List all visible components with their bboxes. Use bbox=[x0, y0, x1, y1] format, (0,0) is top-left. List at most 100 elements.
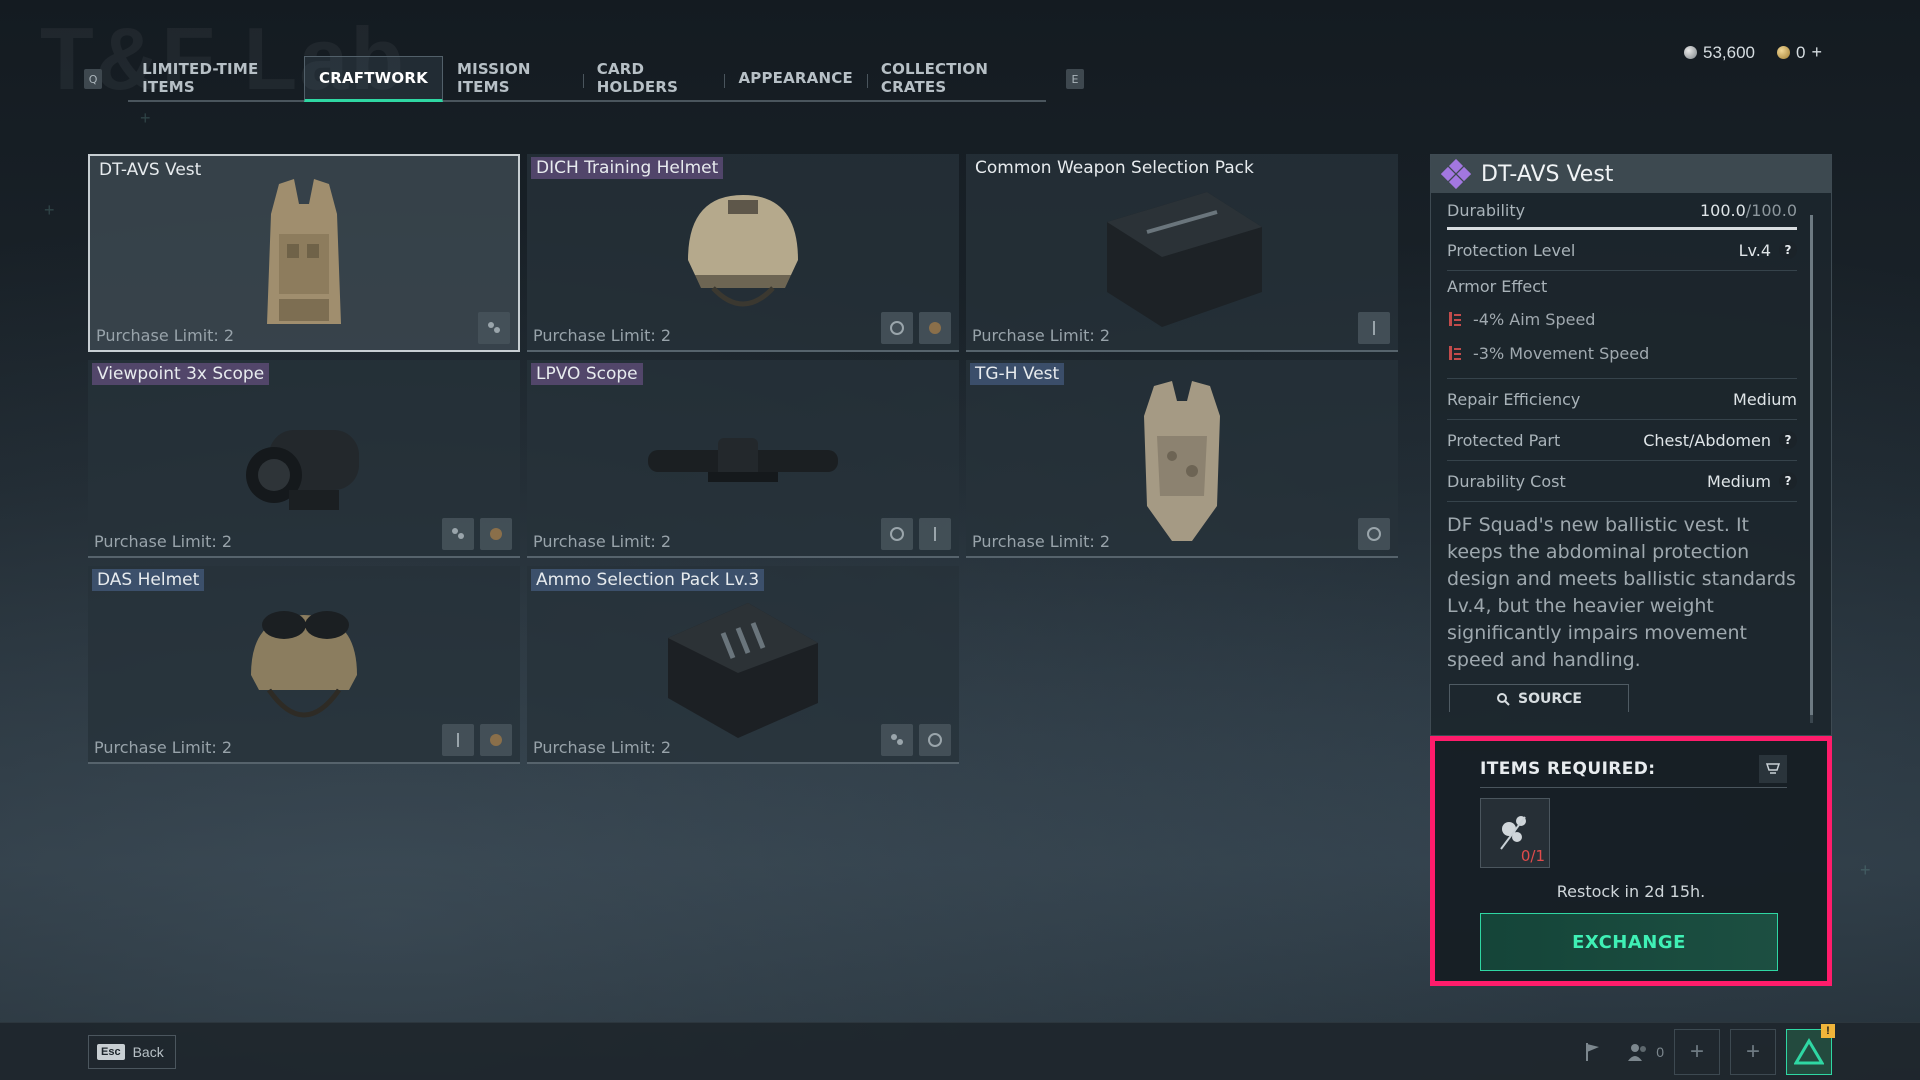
armor-effects: Armor Effect -4% Aim Speed -3% Movement … bbox=[1447, 277, 1797, 379]
rarity-diamond-icon bbox=[1441, 159, 1471, 189]
item-card-dich-training-helmet[interactable]: DICH Training Helmet Purchase Limit: 2 bbox=[527, 154, 959, 352]
plus-icon: + bbox=[1689, 1038, 1704, 1065]
shopping-list-icon[interactable] bbox=[1759, 755, 1787, 783]
material-icon bbox=[480, 518, 512, 550]
scrollbar-thumb[interactable] bbox=[1810, 215, 1813, 715]
flag-icon[interactable] bbox=[1570, 1029, 1616, 1075]
protected-part-value: Chest/Abdomen bbox=[1643, 430, 1771, 450]
vest-image bbox=[267, 179, 341, 324]
help-icon[interactable]: ? bbox=[1779, 241, 1797, 259]
squad-members[interactable]: 0 bbox=[1626, 1041, 1664, 1063]
purchase-limit: Purchase Limit: 2 bbox=[94, 532, 233, 551]
deco-cross: + bbox=[44, 200, 55, 220]
detail-header: DT-AVS Vest bbox=[1431, 155, 1831, 193]
silver-coin-icon bbox=[1684, 46, 1698, 59]
item-name: DICH Training Helmet bbox=[531, 157, 724, 179]
tab-mission-items[interactable]: MISSION ITEMS bbox=[443, 56, 583, 100]
item-grid: DT-AVS Vest Purchase Limit: 2 DICH Train… bbox=[88, 154, 1398, 764]
search-icon bbox=[1497, 692, 1510, 706]
armor-effect-label: Armor Effect bbox=[1447, 277, 1548, 296]
material-icon bbox=[442, 724, 474, 756]
material-icon bbox=[442, 518, 474, 550]
protected-part-label: Protected Part bbox=[1447, 430, 1561, 450]
scope-image bbox=[246, 430, 359, 510]
add-slot-button[interactable]: + bbox=[1730, 1029, 1776, 1075]
prev-tab-key[interactable]: Q bbox=[84, 69, 103, 89]
effect-text: -3% Movement Speed bbox=[1473, 343, 1650, 363]
material-icon bbox=[881, 724, 913, 756]
debuff-icon bbox=[1449, 346, 1461, 360]
tg-h-vest-image bbox=[1144, 381, 1220, 541]
durability-cost-value: Medium bbox=[1707, 471, 1771, 491]
material-icon bbox=[881, 312, 913, 344]
durability-max: /100.0 bbox=[1745, 200, 1797, 220]
durability-cost-row: Durability Cost Medium ? bbox=[1447, 461, 1797, 502]
silver-amount: 53,600 bbox=[1703, 42, 1756, 62]
material-icons bbox=[881, 724, 951, 756]
tab-appearance[interactable]: APPEARANCE bbox=[724, 56, 866, 100]
item-card-tg-h-vest[interactable]: TG-H Vest Purchase Limit: 2 bbox=[966, 360, 1398, 558]
exchange-button[interactable]: EXCHANGE bbox=[1480, 913, 1778, 971]
purchase-limit: Purchase Limit: 2 bbox=[972, 532, 1111, 551]
esc-key: Esc bbox=[97, 1044, 125, 1060]
back-label: Back bbox=[132, 1044, 164, 1060]
rank-badge[interactable]: ! bbox=[1786, 1024, 1835, 1075]
item-detail-panel: DT-AVS Vest Durability 100.0 /100.0 Prot… bbox=[1430, 154, 1832, 736]
add-slot-button[interactable]: + bbox=[1674, 1029, 1720, 1075]
material-icons bbox=[442, 724, 512, 756]
material-icon bbox=[1358, 518, 1390, 550]
material-icon bbox=[478, 312, 510, 344]
effect-item: -4% Aim Speed bbox=[1447, 302, 1797, 336]
material-icon bbox=[480, 724, 512, 756]
item-name: Viewpoint 3x Scope bbox=[92, 363, 270, 385]
durability-label: Durability bbox=[1447, 200, 1526, 220]
detail-scrollbar[interactable] bbox=[1810, 215, 1813, 723]
restock-timer: Restock in 2d 15h. bbox=[1556, 882, 1706, 901]
detail-title: DT-AVS Vest bbox=[1481, 161, 1614, 187]
help-icon[interactable]: ? bbox=[1779, 472, 1797, 490]
next-tab-key[interactable]: E bbox=[1065, 69, 1085, 89]
material-icons bbox=[881, 312, 951, 344]
tab-list: LIMITED-TIME ITEMS CRAFTWORK MISSION ITE… bbox=[128, 56, 1046, 102]
item-name: TG-H Vest bbox=[970, 363, 1065, 385]
back-button[interactable]: Esc Back bbox=[88, 1035, 176, 1069]
item-card-das-helmet[interactable]: DAS Helmet Purchase Limit: 2 bbox=[88, 566, 520, 764]
item-name: DT-AVS Vest bbox=[99, 160, 202, 180]
items-required-title: ITEMS REQUIRED: bbox=[1480, 759, 1656, 779]
tab-collection-crates[interactable]: COLLECTION CRATES bbox=[866, 56, 1046, 100]
add-currency-button[interactable]: + bbox=[1811, 42, 1822, 63]
squad-count: 0 bbox=[1656, 1044, 1664, 1060]
item-card-viewpoint-3x-scope[interactable]: Viewpoint 3x Scope Purchase Limit: 2 bbox=[88, 360, 520, 558]
gold-amount: 0 bbox=[1796, 42, 1806, 62]
item-name: Common Weapon Selection Pack bbox=[975, 158, 1254, 178]
tab-limited-time-items[interactable]: LIMITED-TIME ITEMS bbox=[128, 56, 304, 100]
help-icon[interactable]: ? bbox=[1779, 431, 1797, 449]
tab-craftwork[interactable]: CRAFTWORK bbox=[304, 56, 443, 102]
item-card-common-weapon-selection-pack[interactable]: Common Weapon Selection Pack Purchase Li… bbox=[966, 154, 1398, 352]
source-button[interactable]: SOURCE bbox=[1449, 684, 1629, 712]
tab-card-holders[interactable]: CARD HOLDERS bbox=[582, 56, 725, 100]
item-card-lpvo-scope[interactable]: LPVO Scope Purchase Limit: 2 bbox=[527, 360, 959, 558]
purchase-limit: Purchase Limit: 2 bbox=[533, 532, 672, 551]
required-material-slot[interactable]: 0/1 bbox=[1480, 798, 1550, 868]
protection-level-value: Lv.4 bbox=[1738, 240, 1771, 260]
das-helmet-image bbox=[251, 611, 357, 718]
durability-cost-label: Durability Cost bbox=[1447, 471, 1566, 491]
repair-efficiency-value: Medium bbox=[1733, 389, 1797, 409]
items-required-header: ITEMS REQUIRED: bbox=[1480, 755, 1787, 788]
item-card-dt-avs-vest[interactable]: DT-AVS Vest Purchase Limit: 2 bbox=[88, 154, 520, 352]
currency-display: 53,600 0 + bbox=[1684, 42, 1822, 63]
gold-coin-icon bbox=[1777, 46, 1791, 59]
material-icons bbox=[1358, 312, 1390, 344]
helmet-image bbox=[688, 195, 798, 307]
material-icon bbox=[881, 518, 913, 550]
gold-currency: 0 + bbox=[1777, 42, 1822, 63]
weapon-crate-image bbox=[1107, 192, 1262, 327]
silver-currency: 53,600 bbox=[1684, 43, 1755, 63]
material-icon bbox=[919, 518, 951, 550]
item-description: DF Squad's new ballistic vest. It keeps … bbox=[1447, 514, 1796, 671]
bottom-bar: Esc Back 0 + + ! bbox=[0, 1022, 1920, 1080]
repair-efficiency-row: Repair Efficiency Medium bbox=[1447, 379, 1797, 420]
item-card-ammo-selection-pack-lv3[interactable]: Ammo Selection Pack Lv.3 Purchase Limit:… bbox=[527, 566, 959, 764]
material-icons bbox=[478, 312, 510, 344]
